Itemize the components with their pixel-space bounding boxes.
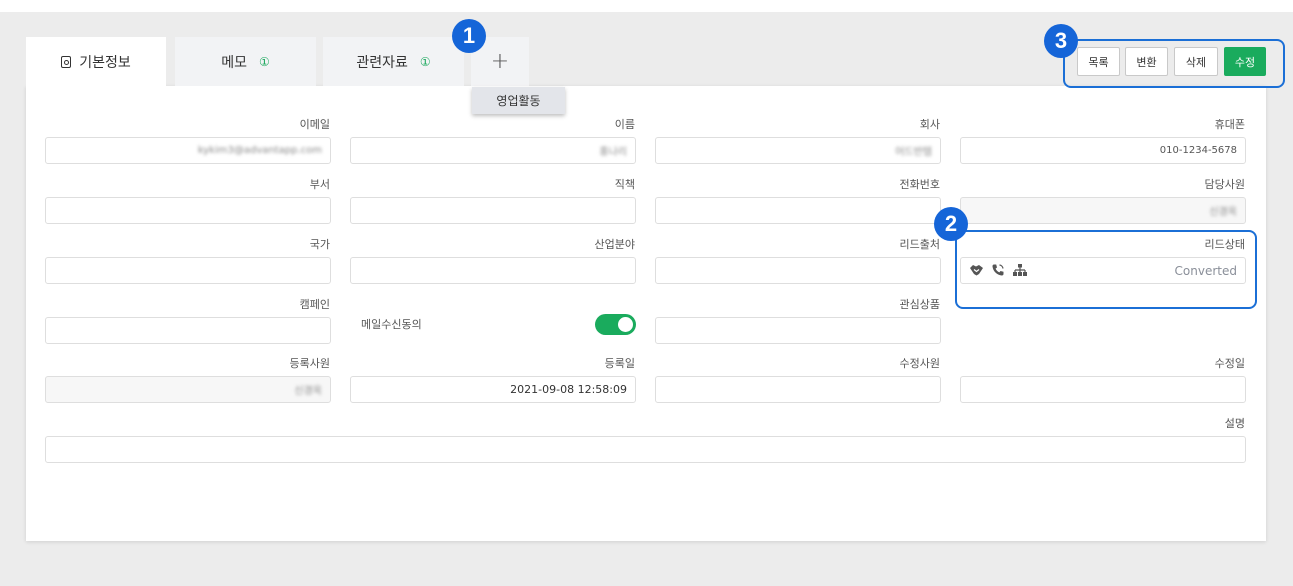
convert-button[interactable]: 변환	[1125, 47, 1168, 76]
mobile-value: 010-1234-5678	[1159, 145, 1237, 156]
tab-count-badge: ①	[259, 54, 270, 69]
phone-field[interactable]	[655, 197, 941, 224]
edit-button[interactable]: 수정	[1224, 47, 1266, 76]
registered-by-label: 등록사원	[289, 357, 330, 370]
callout-marker-1: 1	[452, 19, 486, 53]
delete-button[interactable]: 삭제	[1174, 47, 1218, 76]
mobile-field[interactable]: 010-1234-5678	[960, 137, 1246, 164]
registered-by-field[interactable]: 신경옥	[45, 376, 331, 403]
name-label: 이름	[614, 118, 635, 131]
name-value: 홍나리	[599, 147, 627, 158]
add-tab-menu-item-sales-activity[interactable]: 영업활동	[472, 87, 565, 114]
plus-icon: +	[490, 49, 510, 74]
department-label: 부서	[309, 178, 330, 191]
owner-label: 담당사원	[1204, 178, 1245, 191]
country-field[interactable]	[45, 257, 331, 284]
tab-label: 메모	[221, 54, 247, 71]
owner-value: 신경옥	[1209, 207, 1237, 218]
position-field[interactable]	[350, 197, 636, 224]
toggle-knob	[618, 317, 633, 332]
company-value: 어드반템	[895, 147, 932, 158]
registered-date-field[interactable]: 2021-09-08 12:58:09	[350, 376, 636, 403]
modified-date-field[interactable]	[960, 376, 1246, 403]
lead-status-highlight-box	[955, 230, 1257, 309]
product-interest-field[interactable]	[655, 317, 941, 344]
email-consent-toggle[interactable]	[595, 314, 636, 335]
registered-by-value: 신경옥	[294, 386, 322, 397]
contact-card-icon	[61, 55, 72, 68]
name-field[interactable]: 홍나리	[350, 137, 636, 164]
country-label: 국가	[309, 238, 330, 251]
company-label: 회사	[919, 118, 940, 131]
modified-date-label: 수정일	[1214, 357, 1245, 370]
modified-by-label: 수정사원	[899, 357, 940, 370]
tab-related-files[interactable]: 관련자료 ①	[323, 37, 464, 86]
registered-date-label: 등록일	[604, 357, 635, 370]
owner-field[interactable]: 신경옥	[960, 197, 1246, 224]
department-field[interactable]	[45, 197, 331, 224]
description-label: 설명	[1224, 417, 1245, 430]
industry-field[interactable]	[350, 257, 636, 284]
lead-source-field[interactable]	[655, 257, 941, 284]
registered-date-value: 2021-09-08 12:58:09	[510, 383, 627, 396]
tab-label: 관련자료	[356, 54, 408, 71]
email-field[interactable]: kykim3@advantapp.com	[45, 137, 331, 164]
callout-marker-2: 2	[934, 207, 968, 241]
position-label: 직책	[614, 178, 635, 191]
campaign-label: 캠페인	[299, 298, 330, 311]
tab-basic-info[interactable]: 기본정보	[26, 37, 166, 86]
top-strip	[0, 0, 1293, 12]
tab-label: 기본정보	[79, 54, 131, 71]
email-label: 이메일	[299, 118, 330, 131]
mobile-label: 휴대폰	[1214, 118, 1245, 131]
modified-by-field[interactable]	[655, 376, 941, 403]
industry-label: 산업분야	[594, 238, 635, 251]
campaign-field[interactable]	[45, 317, 331, 344]
email-consent-label: 메일수신동의	[361, 318, 422, 331]
callout-marker-3: 3	[1044, 24, 1078, 58]
product-interest-label: 관심상품	[899, 298, 940, 311]
email-value: kykim3@advantapp.com	[197, 145, 322, 156]
tab-memo[interactable]: 메모 ①	[175, 37, 316, 86]
tab-count-badge: ①	[419, 54, 431, 69]
list-button[interactable]: 목록	[1077, 47, 1120, 76]
lead-source-label: 리드출처	[899, 238, 940, 251]
phone-label: 전화번호	[899, 178, 940, 191]
company-field[interactable]: 어드반템	[655, 137, 941, 164]
description-field[interactable]	[45, 436, 1246, 463]
